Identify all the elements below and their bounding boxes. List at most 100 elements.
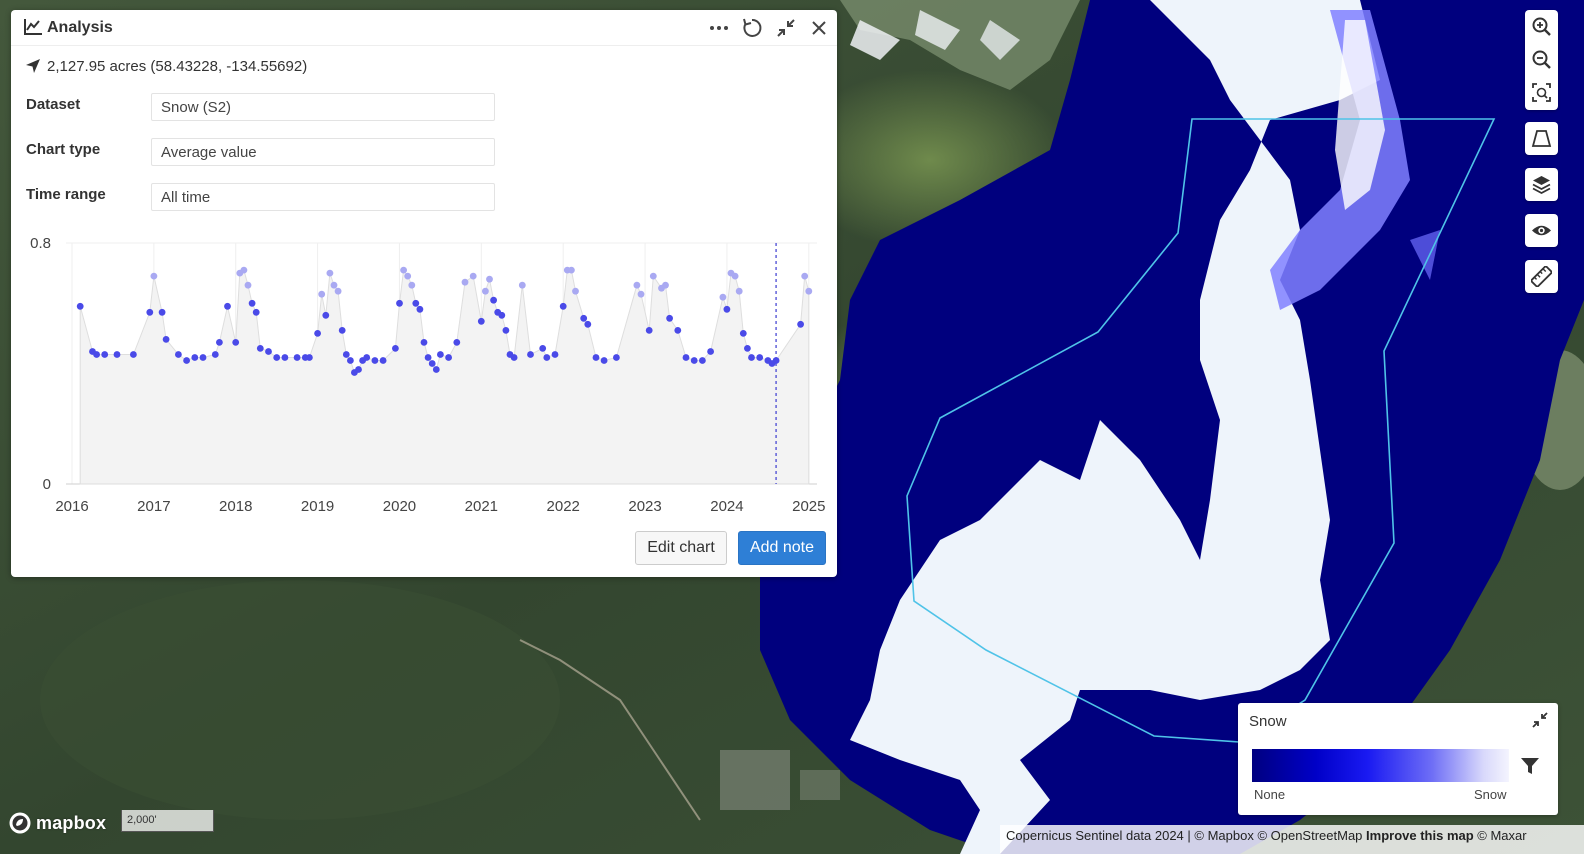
chart-point[interactable] (371, 357, 379, 364)
chart-point[interactable] (731, 272, 739, 280)
chart-point[interactable] (326, 269, 334, 277)
chart-point[interactable] (551, 351, 559, 358)
chart-point[interactable] (211, 351, 219, 358)
chart-point[interactable] (518, 281, 526, 289)
chart-point[interactable] (240, 266, 248, 274)
chart-point[interactable] (666, 314, 673, 322)
chart-point[interactable] (408, 281, 416, 289)
chart-point[interactable] (719, 293, 727, 301)
chart-point[interactable] (183, 357, 191, 364)
chart-point[interactable] (216, 339, 223, 346)
chart-point[interactable] (334, 287, 342, 295)
chart-point[interactable] (273, 354, 281, 361)
chart-point[interactable] (191, 354, 199, 361)
chart-point[interactable] (400, 266, 407, 274)
chart-point[interactable] (682, 354, 690, 361)
chart-point[interactable] (699, 357, 706, 364)
chart-point[interactable] (805, 287, 813, 295)
chart-point[interactable] (482, 287, 489, 295)
chart-point[interactable] (469, 272, 477, 280)
chart-point[interactable] (420, 339, 428, 346)
ruler-icon[interactable] (1525, 260, 1558, 293)
chart-point[interactable] (162, 336, 170, 343)
filter-icon[interactable] (1519, 755, 1541, 777)
snow-time-series-chart[interactable]: 2016 2017 2018 2019 2020 2021 2022 2023 2024 2025… (11, 226, 837, 526)
chart-point[interactable] (490, 296, 497, 304)
chart-point[interactable] (306, 354, 313, 361)
chart-point[interactable] (175, 351, 182, 358)
chart-point[interactable] (347, 357, 354, 364)
chart-point[interactable] (437, 351, 444, 358)
chart-point[interactable] (584, 320, 592, 328)
chart-type-select[interactable]: Average value (151, 138, 495, 166)
edit-chart-button[interactable]: Edit chart (635, 531, 727, 565)
chart-point[interactable] (572, 287, 579, 295)
chart-point[interactable] (338, 327, 346, 334)
chart-point[interactable] (539, 345, 547, 352)
chart-point[interactable] (735, 287, 743, 295)
chart-point[interactable] (568, 266, 575, 274)
chart-point[interactable] (477, 317, 485, 325)
chart-point[interactable] (424, 354, 432, 361)
chart-point[interactable] (707, 348, 714, 355)
chart-point[interactable] (113, 351, 121, 358)
chart-point[interactable] (248, 299, 256, 307)
chart-point[interactable] (330, 281, 338, 289)
chart-point[interactable] (445, 354, 452, 361)
chart-point[interactable] (392, 345, 399, 352)
chart-point[interactable] (314, 330, 321, 337)
dataset-select[interactable]: Snow (S2) (151, 93, 495, 121)
chart-point[interactable] (527, 351, 534, 358)
collapse-icon[interactable] (774, 16, 798, 40)
chart-point[interactable] (502, 327, 510, 334)
chart-point[interactable] (404, 272, 412, 280)
chart-point[interactable] (592, 354, 600, 361)
chart-point[interactable] (633, 281, 641, 289)
layers-icon[interactable] (1525, 168, 1558, 201)
visibility-icon[interactable] (1525, 214, 1558, 247)
chart-point[interactable] (130, 351, 137, 358)
more-options-icon[interactable] (707, 16, 731, 40)
refresh-icon[interactable] (740, 16, 764, 40)
chart-point[interactable] (293, 354, 301, 361)
chart-point[interactable] (252, 308, 260, 316)
chart-point[interactable] (244, 281, 252, 289)
collapse-legend-icon[interactable] (1530, 710, 1550, 730)
zoom-in-icon[interactable] (1525, 10, 1558, 43)
chart-point[interactable] (101, 351, 109, 358)
chart-point[interactable] (158, 308, 166, 316)
chart-point[interactable] (355, 366, 362, 373)
chart-point[interactable] (256, 345, 264, 352)
chart-point[interactable] (232, 339, 240, 346)
chart-point[interactable] (342, 351, 350, 358)
chart-point[interactable] (510, 354, 518, 361)
chart-point[interactable] (690, 357, 698, 364)
chart-point[interactable] (461, 278, 469, 286)
chart-point[interactable] (76, 302, 84, 310)
chart-point[interactable] (748, 354, 755, 361)
chart-point[interactable] (543, 354, 551, 361)
chart-point[interactable] (416, 305, 424, 313)
chart-point[interactable] (146, 308, 154, 316)
chart-point[interactable] (150, 272, 158, 280)
chart-point[interactable] (674, 327, 682, 334)
chart-point[interactable] (265, 348, 272, 355)
chart-point[interactable] (281, 354, 289, 361)
chart-point[interactable] (613, 354, 620, 361)
chart-point[interactable] (486, 275, 493, 283)
chart-point[interactable] (199, 354, 207, 361)
chart-point[interactable] (428, 360, 436, 367)
chart-point[interactable] (379, 357, 387, 364)
chart-point[interactable] (453, 339, 461, 346)
chart-point[interactable] (797, 320, 804, 328)
chart-point[interactable] (224, 302, 231, 310)
chart-point[interactable] (801, 272, 809, 280)
chart-point[interactable] (498, 311, 506, 319)
chart-point[interactable] (322, 311, 330, 319)
chart-point[interactable] (645, 327, 653, 334)
time-range-select[interactable]: All time (151, 183, 495, 211)
add-note-button[interactable]: Add note (738, 531, 826, 565)
draw-polygon-icon[interactable] (1525, 122, 1558, 155)
chart-point[interactable] (637, 290, 645, 298)
chart-point[interactable] (723, 305, 731, 313)
